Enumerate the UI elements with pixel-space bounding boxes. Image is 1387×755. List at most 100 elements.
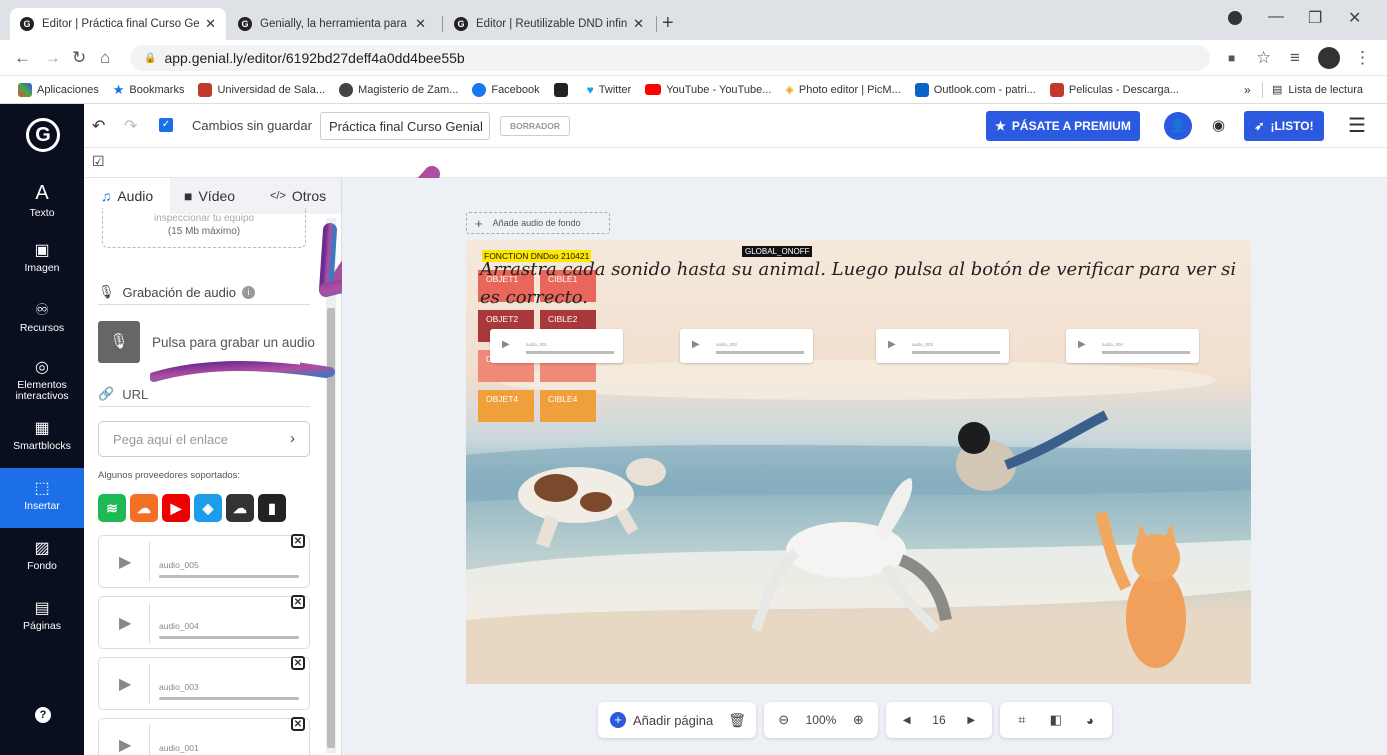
checklist-icon[interactable]: ☑ xyxy=(92,153,105,170)
bookmark-outlook[interactable]: Outlook.com - patri... xyxy=(914,82,1036,97)
next-page-icon[interactable]: ▶ xyxy=(967,715,975,726)
zoom-out-icon[interactable]: ⊖ xyxy=(778,712,789,728)
ivoox-icon[interactable]: ◈ xyxy=(194,494,222,522)
nav-fondo[interactable]: ▨ Fondo xyxy=(0,538,84,584)
slide-canvas[interactable]: FONCTION DNDoo 210421 GLOBAL_ONOFF OBJET… xyxy=(466,240,1251,684)
close-tab-icon[interactable]: ✕ xyxy=(415,16,426,32)
prev-page-icon[interactable]: ◀ xyxy=(903,715,911,726)
play-icon[interactable]: ▶ xyxy=(119,674,131,694)
audio-player[interactable]: ▶ audio_001 xyxy=(490,329,623,363)
instruction-text[interactable]: Arrastra cada sonido hasta su animal. Lu… xyxy=(480,256,1240,312)
play-icon[interactable]: ▶ xyxy=(119,552,131,572)
genially-logo-icon[interactable]: G xyxy=(26,118,60,152)
bookmarks-overflow[interactable]: » xyxy=(1244,83,1251,97)
upload-dropzone[interactable]: inspeccionar tu equipo (15 Mb máximo) xyxy=(102,208,306,248)
premium-button[interactable]: ★ PÁSATE A PREMIUM xyxy=(986,111,1140,141)
close-tab-icon[interactable]: ✕ xyxy=(633,16,644,32)
close-window-button[interactable]: ✕ xyxy=(1348,8,1361,28)
nav-smartblocks[interactable]: ▦ Smartblocks xyxy=(0,418,84,464)
reading-list[interactable]: ▤ Lista de lectura xyxy=(1272,83,1363,97)
url-input[interactable]: 🔒 app.genial.ly/editor/6192bd27deff4a0dd… xyxy=(130,45,1210,71)
trash-icon[interactable]: 🗑 xyxy=(728,712,746,729)
zoom-in-icon[interactable]: ⊕ xyxy=(853,712,864,728)
audio-card[interactable]: ▶ audio_001 ✕ xyxy=(98,717,310,755)
play-icon[interactable]: ▶ xyxy=(692,339,700,350)
nav-texto[interactable]: A Texto xyxy=(0,182,84,228)
play-icon[interactable]: ▶ xyxy=(119,613,131,633)
audio-card[interactable]: ▶ audio_003 ✕ xyxy=(98,656,310,710)
avatar[interactable] xyxy=(1318,47,1340,69)
bookmark-peliculas[interactable]: Peliculas - Descarga... xyxy=(1049,82,1179,97)
audio-card[interactable]: ▶ audio_005 ✕ xyxy=(98,534,310,588)
browser-tab-3[interactable]: G Editor | Reutilizable DND infinito ✕ xyxy=(444,8,654,40)
delete-icon[interactable]: ✕ xyxy=(291,656,305,670)
audio-bars-icon[interactable]: ▮ xyxy=(258,494,286,522)
info-icon[interactable]: i xyxy=(242,285,255,299)
record-button[interactable]: 🎙 xyxy=(98,321,140,363)
back-arrow-icon[interactable]: ← xyxy=(14,48,31,68)
maximize-button[interactable]: ❐ xyxy=(1308,8,1322,28)
youtube-icon[interactable]: ▶ xyxy=(162,494,190,522)
play-icon[interactable]: ▶ xyxy=(119,735,131,755)
nav-insertar[interactable]: ⬚ Insertar xyxy=(0,468,84,528)
browser-tab-2[interactable]: G Genially, la herramienta para crea ✕ xyxy=(228,8,436,40)
play-icon[interactable]: ▶ xyxy=(1078,339,1086,350)
bookmark-photoeditor[interactable]: ◈ Photo editor | PicM... xyxy=(785,83,900,97)
audio-player[interactable]: ▶ audio_003 xyxy=(876,329,1009,363)
audio-card[interactable]: ▶ audio_004 ✕ xyxy=(98,595,310,649)
tab-video[interactable]: ■ Vídeo xyxy=(184,188,235,204)
help-icon[interactable]: ? xyxy=(35,707,51,723)
play-icon[interactable]: ▶ xyxy=(888,339,896,350)
url-input-field[interactable]: Pega aquí el enlace › xyxy=(98,421,310,457)
undo-icon[interactable]: ↶ xyxy=(92,116,105,136)
grid-icon[interactable]: ⌗ xyxy=(1018,712,1025,728)
add-background-audio[interactable]: + Añade audio de fondo xyxy=(466,212,610,234)
nav-paginas[interactable]: ▤ Páginas xyxy=(0,598,84,644)
close-tab-icon[interactable]: ✕ xyxy=(205,16,216,32)
collaborate-icon[interactable]: 👤 xyxy=(1164,112,1192,140)
forward-arrow-icon[interactable]: → xyxy=(44,48,61,68)
delete-icon[interactable]: ✕ xyxy=(291,595,305,609)
camera-icon[interactable]: ■ xyxy=(1228,51,1235,65)
nav-elementos-interactivos[interactable]: ◎ Elementos interactivos xyxy=(0,358,84,408)
photo-editor-icon: ◈ xyxy=(785,84,794,96)
menu-dots-icon[interactable]: ⋮ xyxy=(1354,48,1371,68)
add-page-button[interactable]: Añadir página xyxy=(633,713,713,728)
dnd-target[interactable]: CIBLE4 xyxy=(540,390,596,422)
split-view-icon[interactable]: ◧ xyxy=(1050,712,1062,728)
reload-icon[interactable]: ↻ xyxy=(72,48,86,68)
redo-icon[interactable]: ↷ xyxy=(124,116,137,136)
title-input[interactable]: Práctica final Curso Genial xyxy=(320,112,490,140)
ready-button[interactable]: ➶ ¡LISTO! xyxy=(1244,111,1324,141)
eye-icon[interactable]: ◉ xyxy=(1212,116,1225,134)
hamburger-menu-icon[interactable]: ☰ xyxy=(1348,113,1366,138)
browser-tab-1[interactable]: G Editor | Práctica final Curso Genia ✕ xyxy=(10,8,226,40)
soundcloud-icon[interactable]: ☁ xyxy=(130,494,158,522)
profile-icon[interactable] xyxy=(1228,11,1242,25)
nav-imagen[interactable]: ▣ Imagen xyxy=(0,240,84,286)
audio-player[interactable]: ▶ audio_002 xyxy=(680,329,813,363)
bookmark-magisterio[interactable]: Magisterio de Zam... xyxy=(339,82,458,97)
bookmark-universidad[interactable]: Universidad de Sala... xyxy=(198,82,325,97)
delete-icon[interactable]: ✕ xyxy=(291,534,305,548)
delete-icon[interactable]: ✕ xyxy=(291,717,305,731)
play-icon[interactable]: ▶ xyxy=(502,339,510,350)
palette-icon[interactable]: ◕ xyxy=(1086,713,1094,728)
star-icon[interactable]: ☆ xyxy=(1256,48,1271,68)
new-tab-button[interactable]: + xyxy=(662,12,674,35)
reading-mode-icon[interactable]: ≡ xyxy=(1290,48,1300,68)
bookmark-bookmarks[interactable]: ★ Bookmarks xyxy=(113,82,185,98)
bookmark-apps[interactable]: Aplicaciones xyxy=(18,82,99,97)
cloud-icon[interactable]: ☁ xyxy=(226,494,254,522)
page-number[interactable]: 16 xyxy=(932,713,945,727)
dnd-object[interactable]: OBJET4 xyxy=(478,390,534,422)
minimize-button[interactable]: — xyxy=(1268,8,1284,26)
audio-player[interactable]: ▶ audio_004 xyxy=(1066,329,1199,363)
spotify-icon[interactable]: ≋ xyxy=(98,494,126,522)
bookmark-twitter[interactable]: ♥ Twitter xyxy=(587,83,632,97)
bookmark-youtube[interactable]: YouTube - YouTube... xyxy=(645,84,771,96)
home-icon[interactable]: ⌂ xyxy=(100,48,110,68)
bookmark-dark[interactable] xyxy=(553,82,573,97)
bookmark-facebook[interactable]: Facebook xyxy=(472,82,540,97)
nav-recursos[interactable]: ♾ Recursos xyxy=(0,300,84,346)
